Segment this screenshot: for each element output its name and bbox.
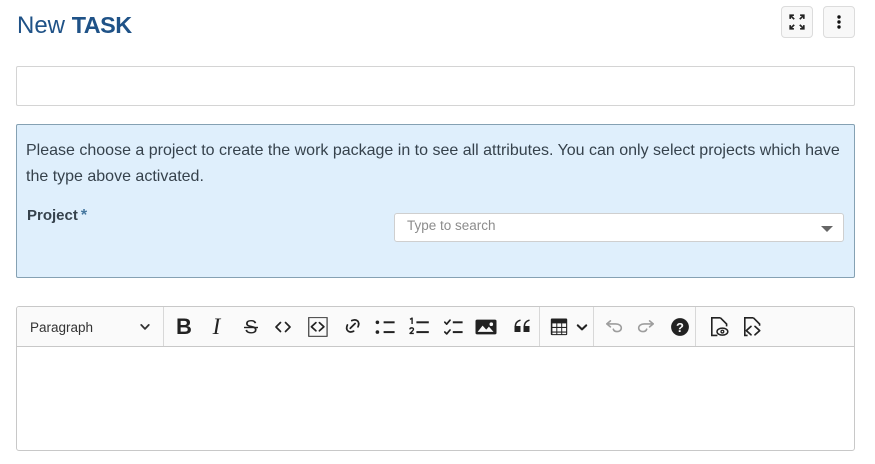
svg-text:I: I: [212, 317, 222, 337]
svg-text:B: B: [176, 317, 192, 337]
svg-text:?: ?: [676, 320, 684, 335]
